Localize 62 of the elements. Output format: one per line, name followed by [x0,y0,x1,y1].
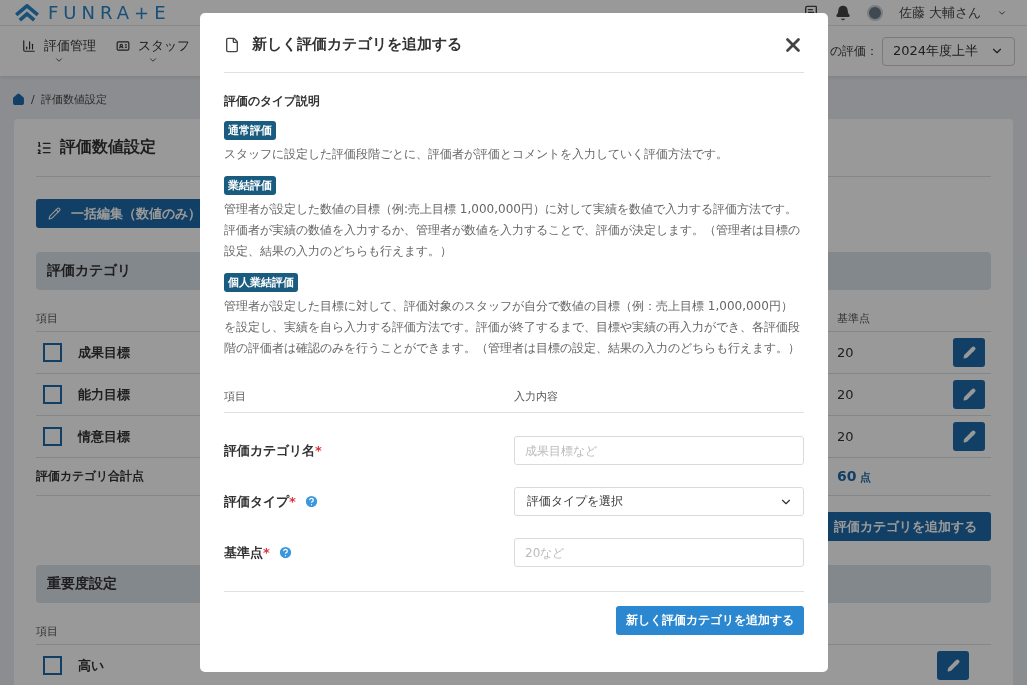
input-field[interactable]: 成果目標など [514,436,804,465]
edit-button[interactable] [953,380,985,409]
id-card-icon [116,39,130,53]
column-header: 基準点 [837,311,870,326]
checkbox[interactable] [43,427,62,446]
chart-icon [22,39,36,53]
home-icon[interactable] [12,93,25,106]
field-label: 基準点* [224,543,270,562]
category-name: 能力目標 [78,385,130,404]
nav-item[interactable]: スタッフ [116,37,190,55]
score-cell: 20 [837,387,854,402]
edit-button[interactable] [953,422,985,451]
checkbox[interactable] [43,656,62,675]
logo-text: FUNRA+E [48,2,171,23]
list-icon [36,139,52,156]
edit-button[interactable] [953,338,985,367]
breadcrumb-separator: / [31,93,35,106]
column-header: 項目 [36,311,58,326]
type-tag: 業結評価 [224,176,276,195]
types-heading: 評価のタイプ説明 [224,93,321,110]
edit-button[interactable] [937,651,969,680]
score-cell: 20 [837,429,854,444]
user-name[interactable]: 佐藤 大輔さん [898,3,981,22]
chevron-icon[interactable] [54,55,64,65]
submit-button[interactable]: 新しく評価カテゴリを追加する [616,606,804,635]
field-label: 評価カテゴリ名* [224,441,322,460]
column-header: 項目 [224,389,246,404]
category-name: 成果目標 [78,343,130,362]
chevron-icon[interactable] [148,55,158,65]
checkbox[interactable] [43,385,62,404]
period-label: の評価： [829,42,878,60]
period-select[interactable]: 2024年度上半 [881,36,1015,66]
type-tag: 個人業結評価 [224,273,298,292]
bell-icon[interactable] [834,4,851,21]
type-tag: 通常評価 [224,121,276,140]
total-value: 60 点 [837,468,872,485]
pencil-icon [48,207,61,220]
help-icon[interactable] [277,545,293,560]
field-label: 評価タイプ* [224,492,296,511]
score-cell: 20 [837,345,854,360]
help-icon[interactable] [303,494,319,509]
pencil-icon [946,659,960,672]
type-select[interactable]: 評価タイプを選択 [514,487,804,516]
input-field[interactable]: 20など [514,538,804,567]
column-header: 入力内容 [514,389,558,404]
pencil-icon [962,388,976,401]
pencil-icon [962,346,976,359]
type-description: 管理者が設定した目標に対して、評価対象のスタッフが自分で数値の目標（例：売上目標 1,000,000円）を設定し、実績を自ら入力する評価方法です。評価が終了するまで、目標や実績の再入力ができ、各評価段階の評価者は確認のみを行うことができます。（管理者は目標の設定、結果の入力のどちらも行えます。） [224,298,801,357]
page-title: 評価数値設定 [60,137,156,158]
type-description: スタッフに設定した評価段階ごとに、評価者が評価とコメントを入力していく評価方法です。 [224,146,729,163]
logo-icon [14,3,40,22]
dialog-title: 新しく評価カテゴリを追加する [252,35,462,54]
checkbox[interactable] [43,343,62,362]
pencil-icon [962,430,976,443]
breadcrumb-item: 評価数値設定 [40,92,107,107]
nav-item[interactable]: 評価管理 [22,37,96,55]
importance-name: 高い [78,656,104,675]
total-label: 評価カテゴリ合計点 [36,468,144,485]
document-icon [224,36,240,53]
column-header: 項目 [36,624,58,639]
category-name: 情意目標 [78,427,130,446]
user-avatar[interactable] [866,4,883,21]
